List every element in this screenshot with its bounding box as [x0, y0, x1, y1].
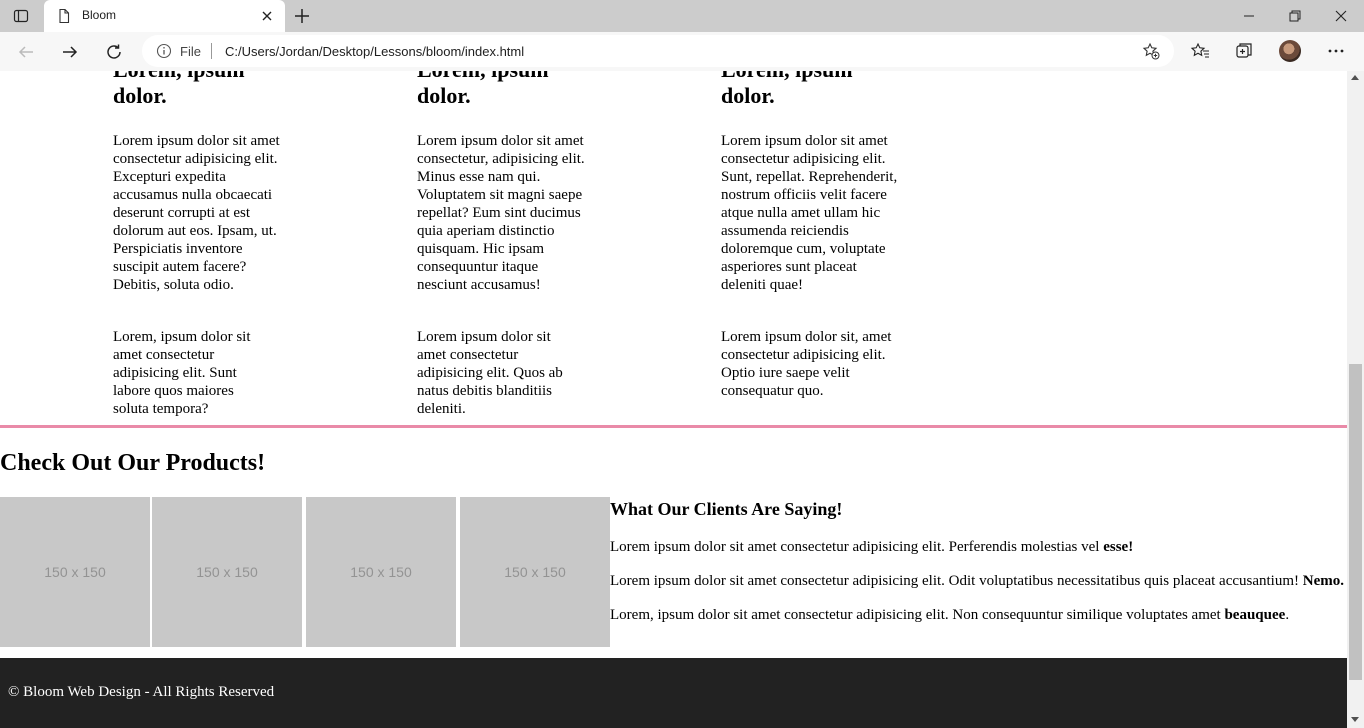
- product-image-placeholder[interactable]: 150 x 150: [152, 497, 302, 647]
- page-viewport: Lorem, ipsum dolor. Lorem ipsum dolor si…: [0, 71, 1347, 728]
- products-title: Check Out Our Products!: [0, 450, 266, 476]
- column-heading: Lorem, ipsum dolor.: [113, 71, 245, 108]
- separator: [211, 43, 212, 59]
- column-paragraph: Lorem ipsum dolor sit amet consectetur a…: [721, 133, 898, 293]
- product-image-placeholder[interactable]: 150 x 150: [460, 497, 610, 647]
- collections-icon[interactable]: [1234, 41, 1254, 61]
- column-paragraph: Lorem, ipsum dolor sit amet consectetur …: [113, 329, 251, 417]
- close-tab-icon[interactable]: [259, 8, 275, 24]
- scrollbar-thumb[interactable]: [1349, 364, 1362, 680]
- product-image-placeholder[interactable]: 150 x 150: [306, 497, 456, 647]
- minimize-icon[interactable]: [1226, 0, 1272, 32]
- testimonial-author: esse!: [1103, 539, 1134, 555]
- page-icon: [56, 8, 72, 24]
- tab-strip: Bloom: [0, 0, 1364, 32]
- restore-icon[interactable]: [1272, 0, 1318, 32]
- close-window-icon[interactable]: [1318, 0, 1364, 32]
- column-paragraph: Lorem ipsum dolor sit amet consectetur a…: [417, 329, 563, 417]
- browser-tab[interactable]: Bloom: [44, 0, 285, 32]
- add-favorite-icon[interactable]: [1142, 42, 1160, 60]
- refresh-icon[interactable]: [103, 41, 125, 63]
- address-bar[interactable]: File C:/Users/Jordan/Desktop/Lessons/blo…: [142, 35, 1174, 67]
- testimonials-title: What Our Clients Are Saying!: [610, 499, 843, 519]
- file-label: File: [180, 44, 201, 59]
- profile-avatar[interactable]: [1279, 40, 1301, 62]
- product-image-placeholder[interactable]: 150 x 150: [0, 497, 150, 647]
- column-paragraph: Lorem ipsum dolor sit amet consectetur a…: [113, 133, 280, 293]
- testimonial: Lorem ipsum dolor sit amet consectetur a…: [610, 539, 1134, 555]
- forward-icon[interactable]: [59, 41, 81, 63]
- testimonial: Lorem, ipsum dolor sit amet consectetur …: [610, 607, 1290, 623]
- tab-actions-icon[interactable]: [12, 7, 30, 25]
- column-heading: Lorem, ipsum dolor.: [417, 71, 549, 108]
- testimonial-author: beauquee: [1224, 607, 1286, 623]
- section-divider: [0, 425, 1347, 428]
- browser-toolbar: File C:/Users/Jordan/Desktop/Lessons/blo…: [0, 32, 1364, 72]
- testimonial: Lorem ipsum dolor sit amet consectetur a…: [610, 573, 1345, 589]
- info-icon[interactable]: [156, 43, 172, 59]
- site-footer: © Bloom Web Design - All Rights Reserved: [0, 658, 1347, 728]
- vertical-scrollbar[interactable]: [1347, 71, 1364, 728]
- url-text[interactable]: C:/Users/Jordan/Desktop/Lessons/bloom/in…: [225, 44, 524, 59]
- back-icon[interactable]: [15, 41, 37, 63]
- favorites-icon[interactable]: [1190, 41, 1210, 61]
- scroll-down-arrow-icon[interactable]: [1351, 717, 1359, 722]
- new-tab-icon[interactable]: [292, 6, 312, 26]
- testimonials-section: What Our Clients Are Saying! Lorem ipsum…: [610, 498, 1347, 624]
- column-paragraph: Lorem ipsum dolor sit, amet consectetur …: [721, 329, 892, 399]
- tab-title: Bloom: [82, 8, 117, 22]
- testimonial-author: Nemo.: [1302, 573, 1345, 589]
- footer-copyright: © Bloom Web Design - All Rights Reserved: [8, 684, 275, 700]
- more-icon[interactable]: [1326, 41, 1346, 61]
- column-heading: Lorem, ipsum dolor.: [721, 71, 853, 108]
- column-paragraph: Lorem ipsum dolor sit amet consectetur, …: [417, 133, 585, 293]
- scroll-up-arrow-icon[interactable]: [1351, 75, 1359, 80]
